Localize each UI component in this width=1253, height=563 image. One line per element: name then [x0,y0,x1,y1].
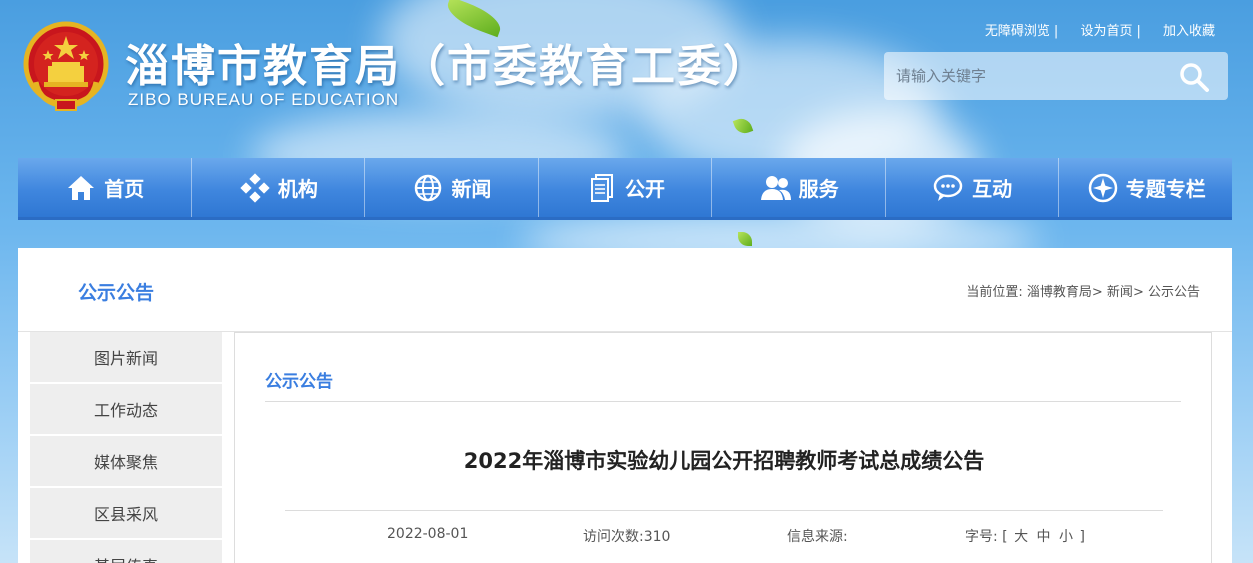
site-header: 淄博市教育局（市委教育工委） ZIBO BUREAU OF EDUCATION … [0,0,1253,150]
breadcrumb-prefix: 当前位置: [966,285,1023,300]
site-subtitle: ZIBO BUREAU OF EDUCATION [128,90,400,109]
site-title: 淄博市教育局（市委教育工委） [125,41,769,92]
sidebar-item-photo-news[interactable]: 图片新闻 [30,332,222,382]
search-input[interactable] [896,62,1166,90]
nav-item-service[interactable]: 服务 [712,158,886,217]
organization-icon [240,172,270,203]
breadcrumb-item-news[interactable]: 新闻 [1107,285,1133,300]
nav-label: 专题专栏 [1125,177,1206,201]
add-favorite-link[interactable]: 加入收藏 [1163,24,1215,39]
panel-title: 公示公告 [78,282,155,304]
divider [285,510,1163,511]
nav-label: 首页 [104,177,145,201]
chat-icon [933,174,963,201]
sidebar-item-work-updates[interactable]: 工作动态 [30,384,222,434]
font-size-control: 字号: [ 大 中 小 ] [965,529,1085,545]
sidebar-item-district-reports[interactable]: 区县采风 [30,488,222,538]
home-icon [68,175,95,200]
article-content: 公示公告 2022年淄博市实验幼儿园公开招聘教师考试总成绩公告 2022-08-… [234,332,1212,563]
font-size-medium[interactable]: 中 [1037,529,1051,545]
nav-label: 公开 [625,177,666,201]
section-title: 公示公告 [265,372,333,392]
font-size-small[interactable]: 小 [1059,529,1073,545]
nav-label: 互动 [972,177,1013,201]
divider [265,401,1181,402]
visit-count: 访问次数:310 [583,529,671,545]
accessibility-link[interactable]: 无障碍浏览 [985,24,1050,39]
sidebar-item-media-focus[interactable]: 媒体聚焦 [30,436,222,486]
breadcrumb: 当前位置: 淄博教育局> 新闻> 公示公告 [966,285,1200,300]
sidebar: 图片新闻 工作动态 媒体聚焦 区县采风 基层传真 [30,332,222,563]
main-panel: 公示公告 当前位置: 淄博教育局> 新闻> 公示公告 图片新闻 工作动态 媒体聚… [18,248,1232,563]
nav-item-home[interactable]: 首页 [18,158,192,217]
nav-item-public[interactable]: 公开 [539,158,713,217]
nav-label: 服务 [798,177,839,201]
main-nav: 首页 机构 新闻 公开 服务 互动 专题专栏 [18,158,1232,220]
sidebar-item-grassroots[interactable]: 基层传真 [30,540,222,563]
globe-icon [415,174,442,201]
nav-item-special[interactable]: 专题专栏 [1059,158,1232,217]
info-source: 信息来源: [787,529,848,545]
panel-header: 公示公告 当前位置: 淄博教育局> 新闻> 公示公告 [18,248,1232,332]
search-box [884,52,1228,100]
breadcrumb-item-notices[interactable]: 公示公告 [1148,285,1200,300]
compass-icon [1088,173,1117,202]
top-links: 无障碍浏览 | 设为首页 | 加入收藏 [984,24,1215,39]
national-emblem-icon [23,21,109,111]
nav-item-news[interactable]: 新闻 [365,158,539,217]
set-homepage-link[interactable]: 设为首页 [1080,24,1132,39]
nav-label: 机构 [277,177,318,201]
users-icon [760,175,791,200]
nav-item-organization[interactable]: 机构 [192,158,366,217]
article-date: 2022-08-01 [387,526,469,542]
document-stack-icon [591,173,614,202]
breadcrumb-item-home[interactable]: 淄博教育局 [1027,285,1092,300]
nav-label: 新闻 [451,177,492,201]
font-size-large[interactable]: 大 [1014,529,1028,545]
search-icon[interactable] [1178,61,1210,93]
nav-item-interaction[interactable]: 互动 [886,158,1060,217]
article-title: 2022年淄博市实验幼儿园公开招聘教师考试总成绩公告 [463,449,985,473]
